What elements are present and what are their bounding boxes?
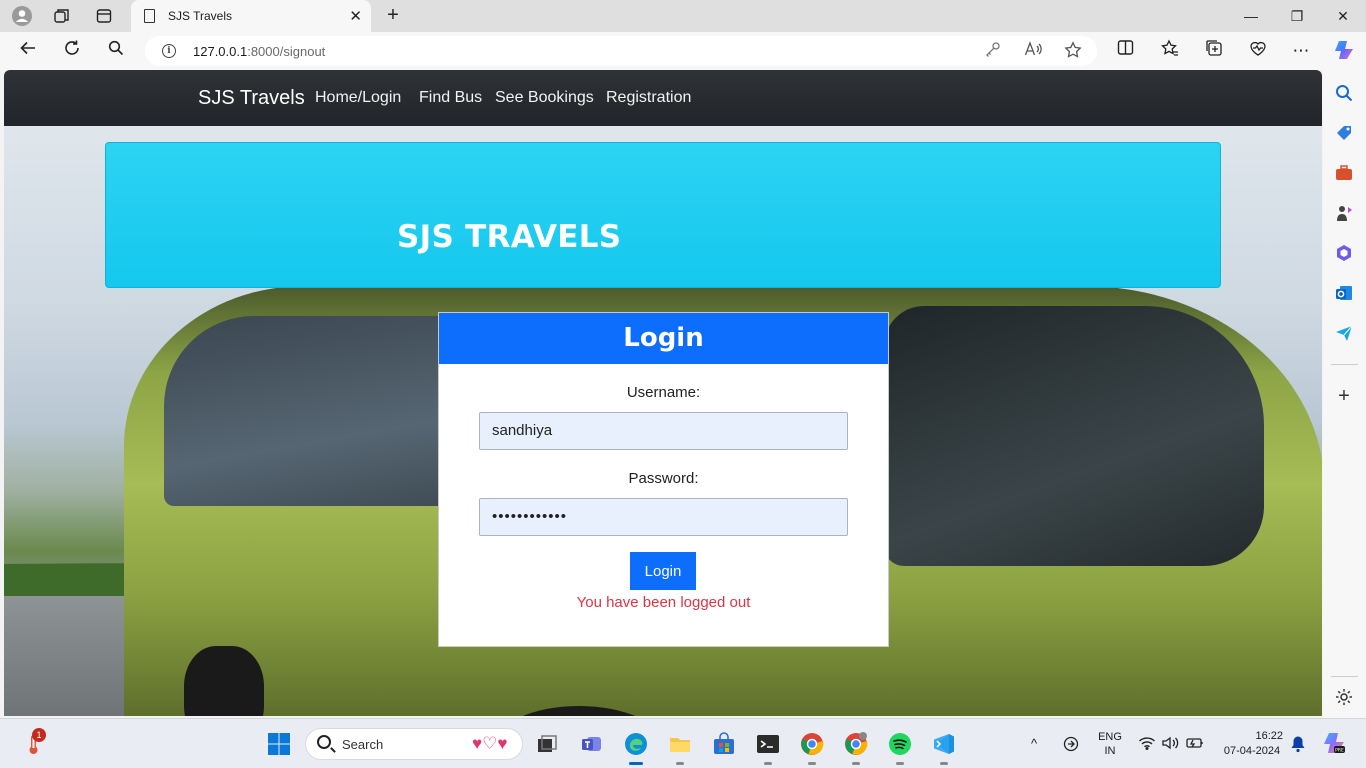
spotify-icon[interactable] [888,732,912,765]
login-card-header: Login [439,313,888,364]
search-highlight-icon: ♥♡♥ [472,734,508,753]
taskbar-search-icon [317,735,331,749]
clock[interactable]: 16:22 07-04-2024 [1218,730,1286,757]
site-info-icon[interactable]: i [162,44,176,58]
nav-see-bookings-link[interactable]: See Bookings [495,89,594,107]
page-viewport: SJS Travels Home/Login Find Bus See Book… [4,70,1322,716]
profile-icon[interactable] [9,4,35,28]
shopping-tag-icon[interactable] [1334,123,1354,143]
teams-icon[interactable] [580,732,604,756]
chrome-icon[interactable] [844,732,868,765]
password-label: Password: [628,470,699,487]
favorites-icon[interactable] [1157,39,1183,63]
vscode-icon[interactable] [932,732,956,765]
terminal-icon[interactable] [756,732,780,765]
weather-widget-icon[interactable]: 1 [22,728,46,756]
more-menu-icon[interactable]: ⋯ [1288,39,1314,63]
outlook-icon[interactable] [1334,283,1354,303]
jumbotron-banner: SJS TRAVELS [105,142,1221,288]
tab-title: SJS Travels [168,9,233,23]
back-icon[interactable] [15,39,41,63]
tab-sjs-travels[interactable]: SJS Travels ✕ [131,0,371,32]
vpn-shield-icon[interactable] [1062,735,1080,756]
search-icon[interactable] [103,39,129,63]
logout-message: You have been logged out [576,594,751,611]
login-button[interactable]: Login [630,552,696,590]
windows-taskbar: 1 Search ♥♡♥ ^ ENG IN 16:22 07-04-2024 P… [0,718,1366,768]
wifi-icon[interactable] [1138,736,1156,753]
collections-icon[interactable] [1201,39,1227,63]
taskbar-search-box[interactable]: Search ♥♡♥ [305,728,523,760]
tab-actions-icon[interactable] [91,4,117,28]
tools-briefcase-icon[interactable] [1334,163,1354,183]
nav-home-login-link[interactable]: Home/Login [315,89,401,107]
login-card: Login Username: sandhiya Password: •••••… [438,312,889,647]
nav-find-bus-link[interactable]: Find Bus [419,89,482,107]
notifications-bell-icon[interactable] [1290,735,1306,756]
sidebar-search-icon[interactable] [1334,83,1354,103]
language-code: ENG [1098,731,1122,743]
username-input[interactable]: sandhiya [479,412,848,450]
microsoft365-icon[interactable] [1334,243,1354,263]
add-sidebar-app-icon[interactable]: + [1334,386,1354,406]
clock-time: 16:22 [1255,730,1283,742]
split-screen-icon[interactable] [1112,39,1138,63]
maximize-button[interactable]: ❐ [1286,5,1308,27]
password-input[interactable]: •••••••••••• [479,498,848,536]
workspaces-icon[interactable] [49,4,75,28]
login-heading: Login [623,323,704,353]
address-bar[interactable]: i 127.0.0.1:8000/signout [145,36,1097,66]
copilot-taskbar-icon[interactable]: PRE [1322,731,1346,758]
region-code: IN [1104,745,1116,757]
nav-registration-link[interactable]: Registration [606,89,691,107]
site-brand-link[interactable]: SJS Travels [198,87,305,110]
clock-date: 07-04-2024 [1223,745,1281,757]
edge-taskbar-icon[interactable] [624,732,648,765]
chrome-profile-icon[interactable] [800,732,824,765]
task-view-icon[interactable] [535,732,559,756]
weather-badge: 1 [32,728,46,742]
close-window-button[interactable]: ✕ [1332,5,1354,27]
username-label: Username: [626,384,701,401]
new-tab-button[interactable]: + [381,4,405,28]
browser-tab-bar: SJS Travels ✕ + — ❐ ✕ [0,0,1366,32]
browser-toolbar: i 127.0.0.1:8000/signout ⋯ [0,32,1366,70]
games-icon[interactable] [1334,203,1354,223]
refresh-icon[interactable] [59,39,85,63]
page-icon [144,9,155,23]
language-indicator[interactable]: ENG IN [1096,731,1124,757]
show-hidden-icons-chevron-icon[interactable]: ^ [1031,736,1037,751]
volume-icon[interactable] [1161,736,1179,753]
minimize-button[interactable]: — [1240,5,1262,27]
edge-sidebar: + [1323,70,1366,718]
taskbar-search-label: Search [342,737,384,752]
sidebar-settings-gear-icon[interactable] [1334,687,1354,707]
send-drop-icon[interactable] [1334,323,1354,343]
password-key-icon[interactable] [982,41,1004,61]
svg-text:PRE: PRE [1335,747,1344,753]
store-icon[interactable] [712,732,736,756]
browser-essentials-icon[interactable] [1245,39,1271,63]
start-windows-icon[interactable] [267,732,291,756]
file-explorer-icon[interactable] [668,732,692,765]
url-text[interactable]: 127.0.0.1:8000/signout [193,44,325,59]
site-navbar: SJS Travels Home/Login Find Bus See Book… [4,70,1322,126]
read-aloud-icon[interactable] [1022,41,1044,61]
favorite-star-icon[interactable] [1062,41,1084,61]
close-tab-icon[interactable]: ✕ [349,7,362,25]
jumbotron-title: SJS TRAVELS [397,219,622,255]
battery-icon[interactable] [1186,736,1204,753]
copilot-icon[interactable] [1331,39,1357,63]
